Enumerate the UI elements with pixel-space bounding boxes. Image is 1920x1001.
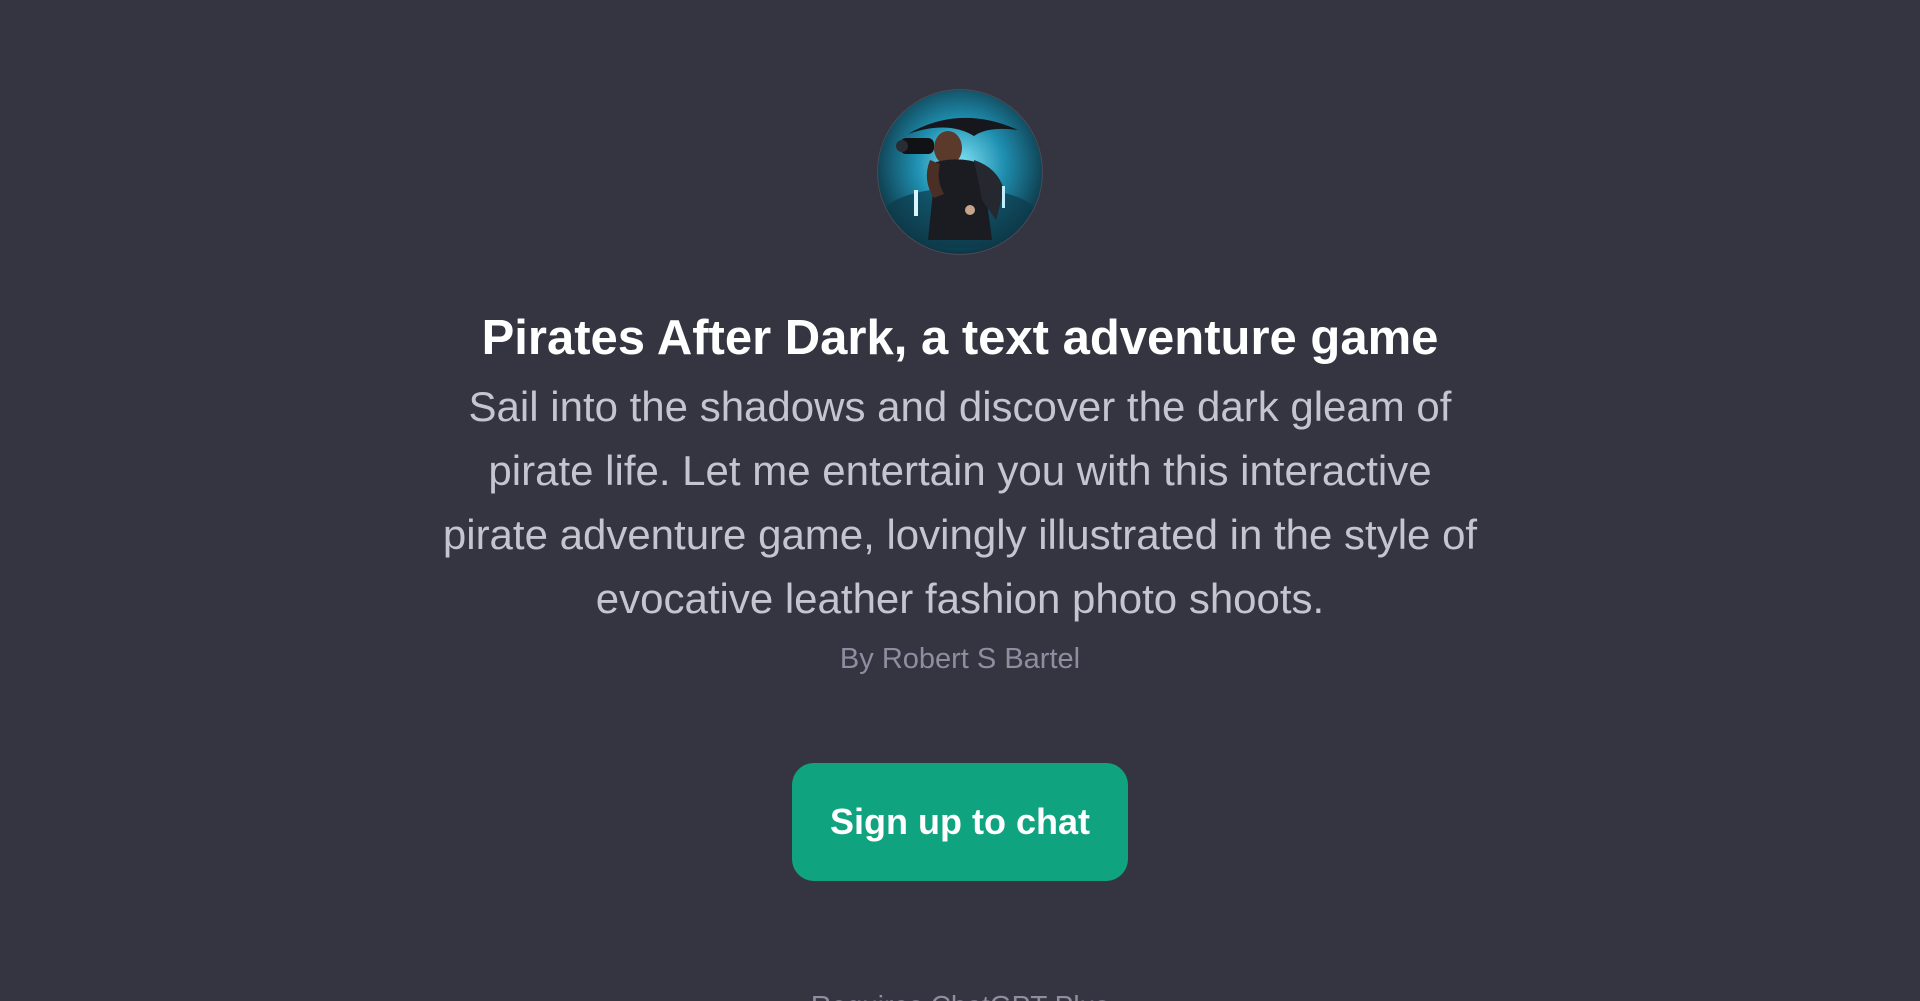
gpt-title: Pirates After Dark, a text adventure gam…	[481, 311, 1439, 365]
footer-note: Requires ChatGPT Plus	[0, 988, 1920, 1001]
gpt-avatar	[877, 89, 1043, 255]
signup-button[interactable]: Sign up to chat	[792, 763, 1128, 881]
gpt-profile: Pirates After Dark, a text adventure gam…	[0, 0, 1920, 881]
pirate-avatar-icon	[878, 90, 1042, 254]
gpt-description: Sail into the shadows and discover the d…	[442, 383, 1478, 622]
gpt-landing-page: Pirates After Dark, a text adventure gam…	[0, 0, 1920, 1001]
gpt-author: By Robert S Bartel	[839, 643, 1081, 675]
